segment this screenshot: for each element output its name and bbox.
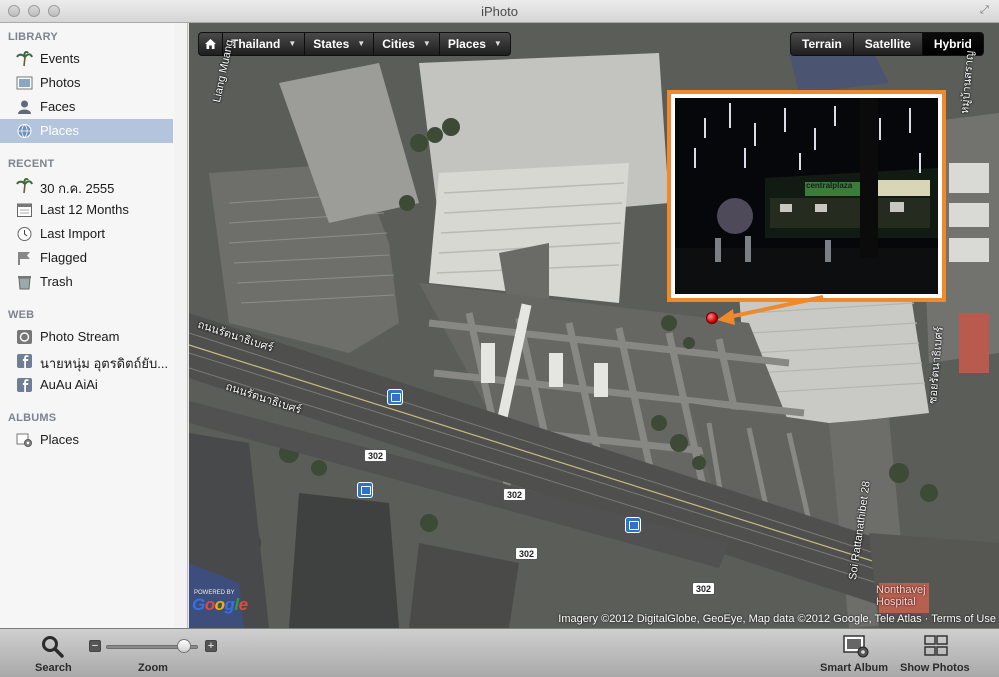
photo-preview-popup[interactable]: centralplaza bbox=[667, 90, 946, 302]
clock-icon bbox=[17, 227, 32, 241]
zoom-label: Zoom bbox=[138, 662, 168, 674]
sidebar-item-events[interactable]: Events bbox=[0, 47, 173, 71]
sidebar-item-photo-stream[interactable]: Photo Stream bbox=[0, 325, 173, 349]
smart-album-button[interactable] bbox=[840, 632, 872, 662]
smart-album-gear-icon bbox=[16, 433, 32, 447]
photo-sign-text: centralplaza bbox=[806, 181, 853, 190]
sidebar-item-last-12-months[interactable]: Last 12 Months bbox=[0, 198, 173, 222]
map-attribution[interactable]: Imagery ©2012 DigitalGlobe, GeoEye, Map … bbox=[558, 613, 996, 625]
bus-stop-icon[interactable] bbox=[357, 482, 373, 498]
calendar-icon bbox=[17, 203, 32, 217]
grid-icon bbox=[924, 635, 948, 656]
sidebar-item-event-date[interactable]: 30 ก.ค. 2555 bbox=[0, 174, 173, 198]
section-header-recent: RECENT bbox=[8, 158, 55, 170]
person-icon bbox=[18, 100, 31, 114]
home-icon bbox=[205, 39, 216, 49]
cities-label: Cities bbox=[382, 37, 415, 51]
zoom-out-button[interactable]: − bbox=[89, 640, 101, 652]
sidebar-item-label: Photo Stream bbox=[40, 329, 120, 344]
home-button[interactable] bbox=[199, 33, 223, 55]
states-label: States bbox=[313, 37, 350, 51]
sidebar-item-faces[interactable]: Faces bbox=[0, 95, 173, 119]
sidebar-item-facebook-album-1[interactable]: นายหนุ่ม อุตรดิตถ์ยับ... bbox=[0, 349, 173, 373]
states-dropdown[interactable]: States ▼ bbox=[305, 33, 375, 55]
map-view[interactable]: Thailand ▼ States ▼ Cities ▼ Places ▼ Terrai… bbox=[189, 23, 999, 628]
sidebar-item-photos[interactable]: Photos bbox=[0, 71, 173, 95]
sidebar-item-label: Events bbox=[40, 51, 80, 66]
title-bar: iPhoto ⤢ bbox=[0, 0, 999, 23]
facebook-icon bbox=[17, 378, 32, 392]
places-dropdown[interactable]: Places ▼ bbox=[440, 33, 510, 55]
sidebar-scroll-gutter bbox=[174, 23, 187, 628]
country-label: Thailand bbox=[231, 37, 281, 51]
map-navigation-bar: Thailand ▼ States ▼ Cities ▼ Places ▼ bbox=[198, 32, 511, 56]
sidebar-item-label: Places bbox=[40, 123, 80, 138]
photo-icon bbox=[16, 76, 33, 90]
photo-stream-icon bbox=[17, 330, 32, 344]
sidebar: LIBRARY Events Photos Faces Places RECEN… bbox=[0, 23, 188, 628]
fullscreen-icon[interactable]: ⤢ bbox=[980, 5, 991, 16]
places-label: Places bbox=[447, 37, 486, 51]
sidebar-item-last-import[interactable]: Last Import bbox=[0, 222, 173, 246]
palm-tree-icon bbox=[16, 178, 33, 194]
search-label: Search bbox=[35, 662, 72, 674]
satellite-mode-button[interactable]: Satellite bbox=[854, 33, 923, 55]
map-mode-selector: Terrain Satellite Hybrid bbox=[790, 32, 984, 56]
route-302-shield: 302 bbox=[515, 547, 539, 560]
bus-stop-icon[interactable] bbox=[625, 517, 641, 533]
sidebar-item-places[interactable]: Places bbox=[0, 119, 173, 143]
window-title: iPhoto bbox=[481, 4, 518, 19]
sidebar-item-label: Trash bbox=[40, 274, 73, 289]
sidebar-item-label: AuAu AiAi bbox=[40, 377, 98, 392]
photo-thumbnail[interactable]: centralplaza bbox=[675, 98, 938, 294]
sidebar-item-label: Flagged bbox=[40, 250, 87, 265]
sidebar-item-label: Photos bbox=[40, 75, 81, 90]
sidebar-item-label: 30 ก.ค. 2555 bbox=[40, 181, 115, 196]
terrain-mode-button[interactable]: Terrain bbox=[791, 33, 854, 55]
section-header-albums: ALBUMS bbox=[8, 412, 57, 424]
show-photos-label: Show Photos bbox=[900, 662, 970, 674]
show-photos-button[interactable] bbox=[920, 632, 952, 662]
section-header-library: LIBRARY bbox=[8, 31, 58, 43]
palm-tree-icon bbox=[16, 51, 33, 67]
smart-album-label: Smart Album bbox=[820, 662, 889, 674]
section-header-web: WEB bbox=[8, 309, 35, 321]
night-plaza-photo bbox=[675, 98, 938, 294]
trash-icon bbox=[18, 276, 31, 290]
globe-icon bbox=[17, 124, 32, 138]
bus-stop-icon[interactable] bbox=[387, 389, 403, 405]
bottom-toolbar: Search − + Zoom Smart Album Show Photos bbox=[0, 628, 999, 677]
dropdown-arrow-icon: ▼ bbox=[357, 39, 366, 48]
sidebar-item-facebook-album-2[interactable]: AuAu AiAi bbox=[0, 373, 173, 397]
sidebar-item-label: นายหนุ่ม อุตรดิตถ์ยับ... bbox=[40, 356, 169, 371]
search-icon bbox=[42, 636, 64, 658]
sidebar-item-places-album[interactable]: Places bbox=[0, 428, 173, 452]
sidebar-item-label: Places bbox=[40, 432, 80, 447]
facebook-icon bbox=[17, 354, 32, 368]
sidebar-item-flagged[interactable]: Flagged bbox=[0, 246, 173, 270]
poi-nonthavej-hospital[interactable]: Nonthavej Hospital bbox=[876, 584, 936, 608]
callout-arrow bbox=[717, 295, 824, 325]
location-pin-icon[interactable] bbox=[706, 312, 718, 324]
dropdown-arrow-icon: ▼ bbox=[493, 39, 502, 48]
dropdown-arrow-icon: ▼ bbox=[422, 39, 431, 48]
route-302-shield: 302 bbox=[364, 449, 388, 462]
route-302-shield: 302 bbox=[692, 582, 716, 595]
sidebar-item-trash[interactable]: Trash bbox=[0, 270, 173, 294]
sidebar-item-label: Last Import bbox=[40, 226, 106, 241]
zoom-slider-knob[interactable] bbox=[177, 639, 192, 653]
google-logo[interactable]: Google bbox=[192, 595, 248, 615]
sidebar-item-label: Faces bbox=[40, 99, 76, 114]
route-302-shield: 302 bbox=[503, 488, 527, 501]
cities-dropdown[interactable]: Cities ▼ bbox=[374, 33, 440, 55]
flag-icon bbox=[18, 252, 30, 265]
sidebar-item-label: Last 12 Months bbox=[40, 202, 129, 217]
zoom-in-button[interactable]: + bbox=[205, 640, 217, 652]
dropdown-arrow-icon: ▼ bbox=[288, 39, 297, 48]
smart-album-icon bbox=[843, 635, 869, 658]
